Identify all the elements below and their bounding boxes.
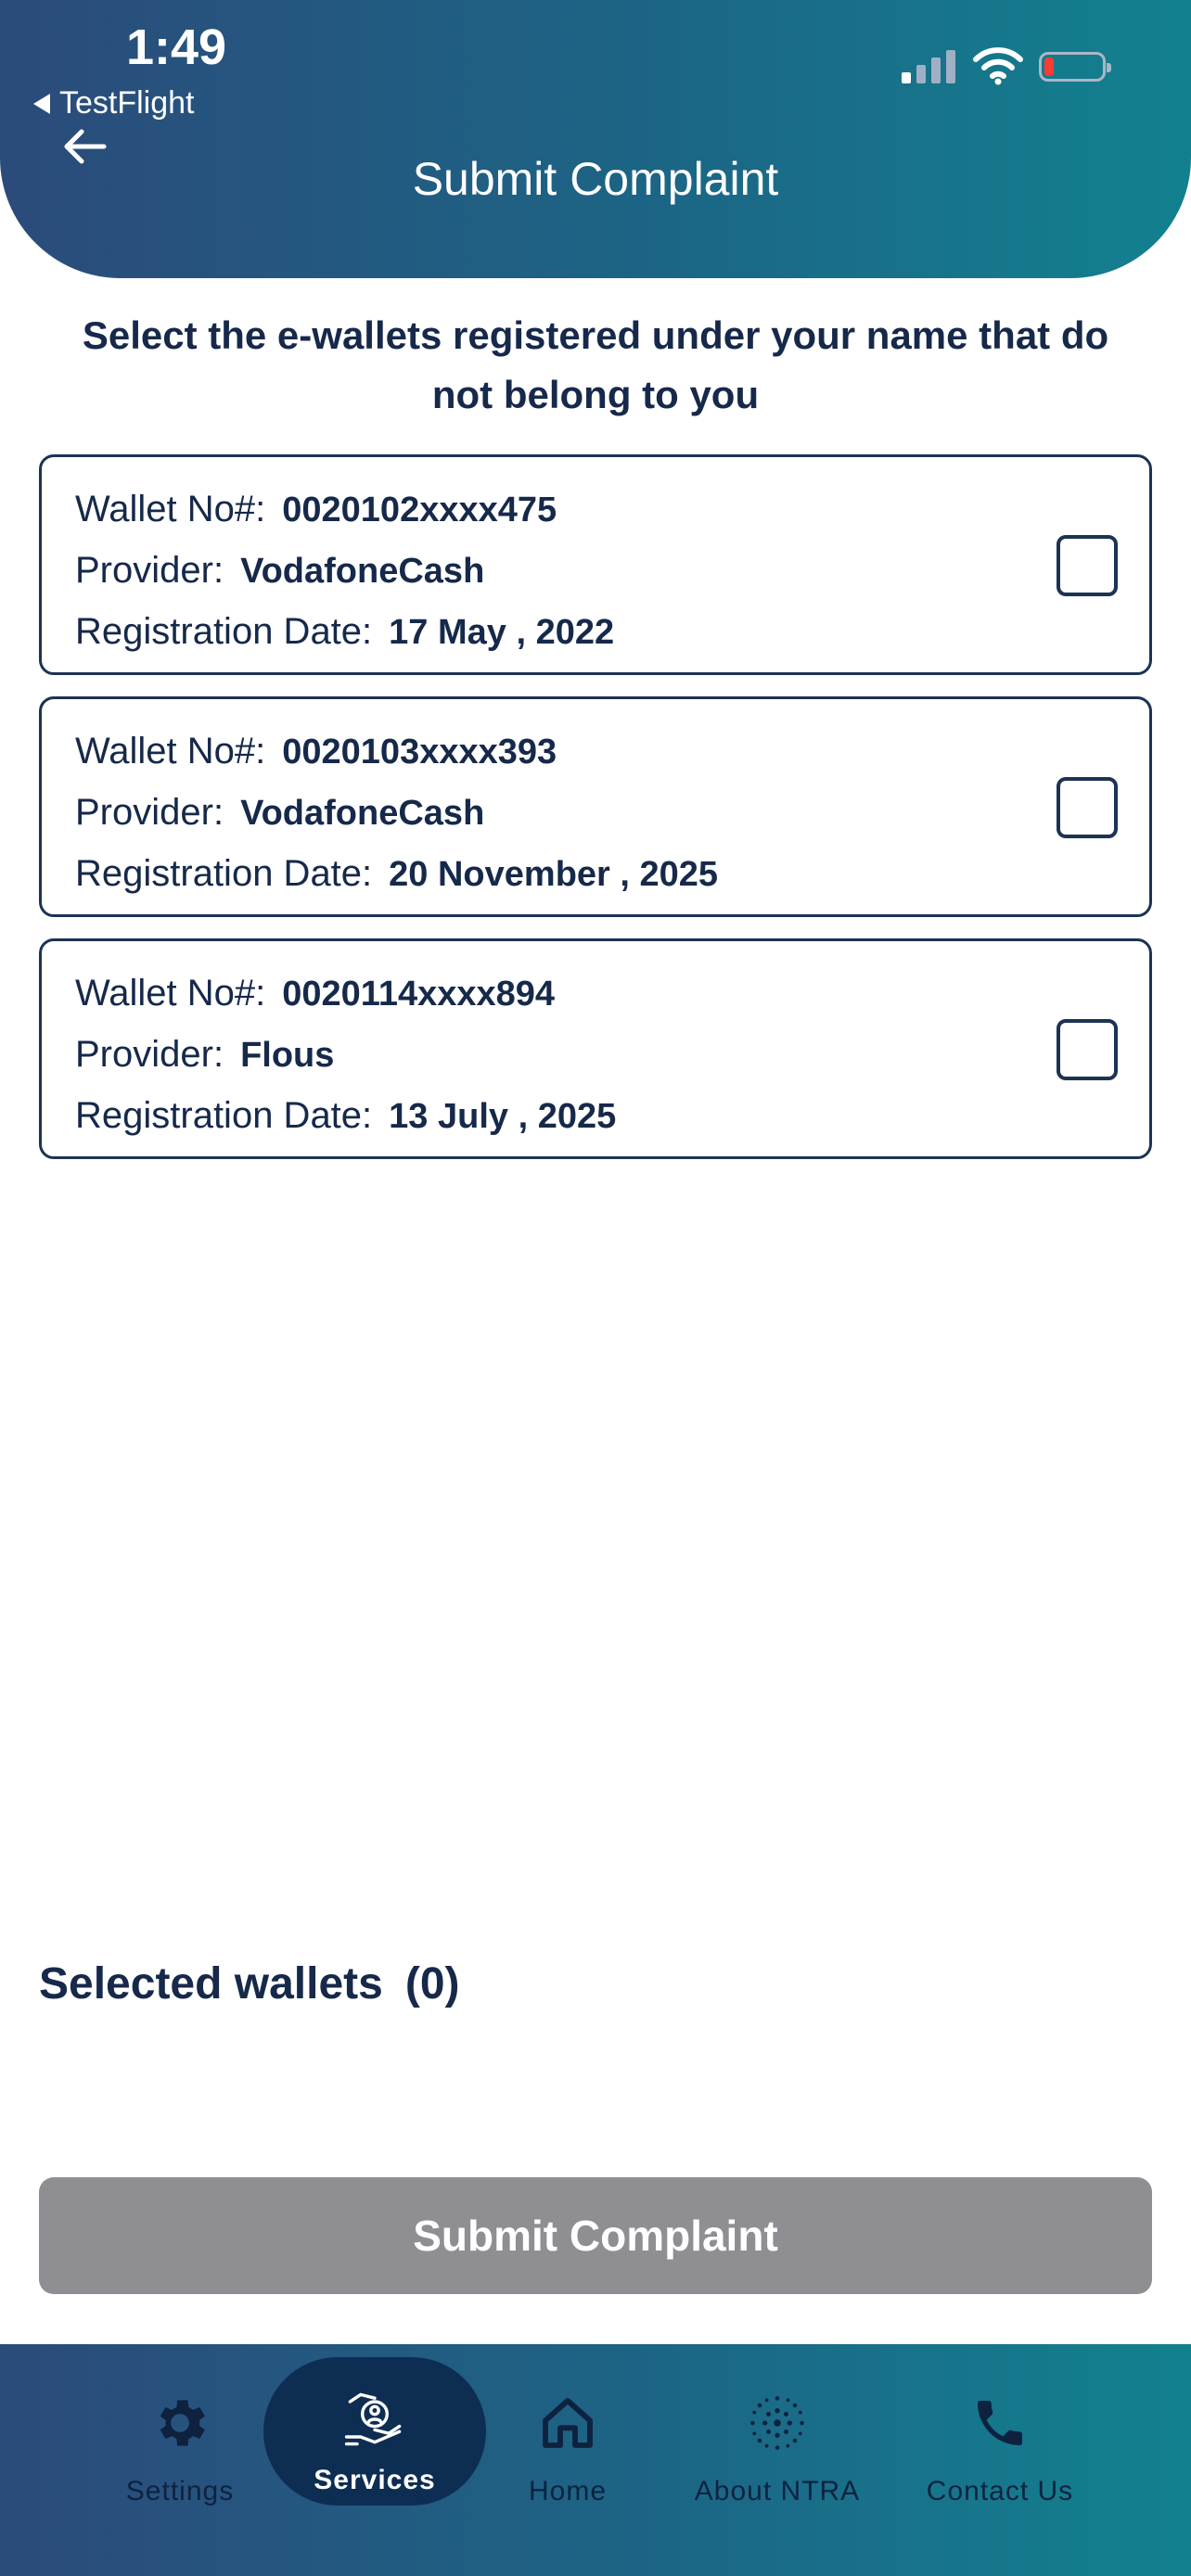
registration-date-label: Registration Date:: [75, 853, 373, 894]
wallet-no-value: 0020114xxxx894: [282, 975, 556, 1014]
wallet-card[interactable]: Wallet No#: 0020102xxxx475 Provider: Vodaf…: [39, 454, 1152, 675]
tab-label: Settings: [125, 2476, 235, 2506]
selected-wallets-heading: Selected wallets (0): [39, 1958, 460, 2009]
back-triangle-icon: [33, 93, 50, 114]
wallet-no-value: 0020103xxxx393: [282, 733, 557, 772]
provider-value: VodafoneCash: [240, 794, 485, 833]
tab-label: Contact Us: [926, 2476, 1074, 2506]
wallet-list: Wallet No#: 0020102xxxx475 Provider: Vodaf…: [39, 454, 1152, 1180]
back-to-app-link[interactable]: TestFlight: [33, 85, 195, 121]
tab-about-ntra[interactable]: About NTRA: [675, 2381, 879, 2530]
registration-date-label: Registration Date:: [75, 1095, 373, 1136]
page-title: Submit Complaint: [412, 153, 779, 205]
status-time: 1:49: [126, 19, 227, 75]
services-icon: [344, 2392, 402, 2446]
home-icon: [543, 2398, 593, 2448]
tab-contact-us[interactable]: Contact Us: [898, 2381, 1102, 2530]
provider-label: Provider:: [75, 550, 224, 591]
bottom-tab-bar: Settings Services Home About NTRA Contac…: [0, 2344, 1191, 2576]
registration-date-value: 17 May , 2022: [389, 613, 615, 652]
phone-icon: [978, 2401, 1022, 2445]
battery-icon: [1039, 52, 1111, 82]
tab-label: Services: [314, 2465, 436, 2495]
wallet-no-label: Wallet No#:: [75, 731, 266, 772]
wallet-checkbox[interactable]: [1057, 777, 1118, 838]
registration-date-label: Registration Date:: [75, 611, 373, 652]
wallet-checkbox[interactable]: [1057, 535, 1118, 596]
header: 1:49 TestFlight Submit Complaint: [0, 0, 1191, 278]
submit-complaint-button[interactable]: Submit Complaint: [39, 2177, 1152, 2294]
tab-label: Home: [528, 2476, 608, 2506]
selected-wallets-label: Selected wallets: [39, 1959, 383, 2009]
provider-value: VodafoneCash: [240, 552, 485, 591]
tab-services[interactable]: Services: [263, 2357, 486, 2506]
instruction-text: Select the e-wallets registered under yo…: [82, 313, 1109, 416]
wallet-no-label: Wallet No#:: [75, 489, 266, 529]
provider-value: Flous: [240, 1036, 335, 1075]
registration-date-value: 20 November , 2025: [389, 855, 719, 894]
wallet-no-value: 0020102xxxx475: [282, 491, 557, 529]
wallet-checkbox[interactable]: [1057, 1019, 1118, 1080]
provider-label: Provider:: [75, 1034, 224, 1075]
registration-date-value: 13 July , 2025: [389, 1097, 617, 1136]
selected-wallets-count: (0): [404, 1959, 460, 2009]
tab-label: About NTRA: [694, 2476, 861, 2506]
wallet-no-label: Wallet No#:: [75, 973, 266, 1014]
back-app-label: TestFlight: [59, 85, 195, 121]
cellular-signal-icon: [902, 50, 955, 83]
provider-label: Provider:: [75, 792, 224, 833]
ntra-logo-icon: [750, 2396, 804, 2450]
tab-home[interactable]: Home: [466, 2381, 670, 2530]
tab-settings[interactable]: Settings: [78, 2381, 282, 2530]
gear-icon: [160, 2400, 205, 2446]
wifi-icon: [973, 47, 1023, 85]
wallet-card[interactable]: Wallet No#: 0020103xxxx393 Provider: Vodaf…: [39, 696, 1152, 917]
wallet-card[interactable]: Wallet No#: 0020114xxxx894 Provider: Flous…: [39, 938, 1152, 1159]
